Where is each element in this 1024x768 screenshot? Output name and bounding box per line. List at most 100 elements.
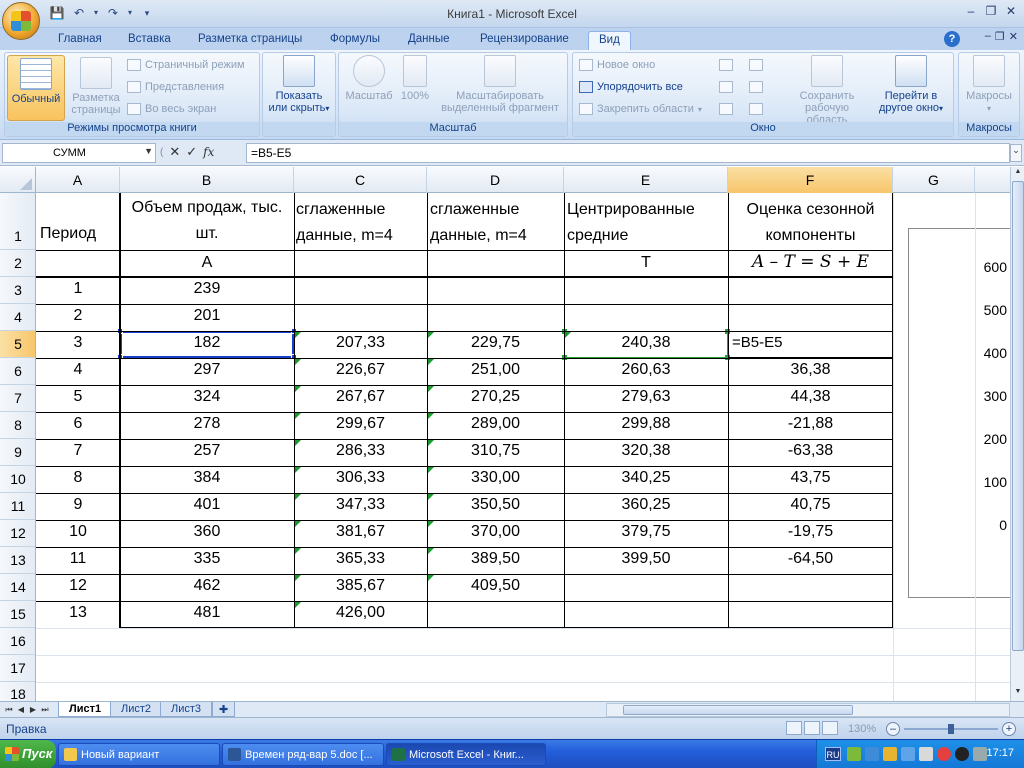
worksheet-grid[interactable]: Период Объем продаж, тыс. шт. сглаженные… <box>36 193 1010 701</box>
zoom-level[interactable]: 130% <box>848 723 876 735</box>
language-indicator[interactable]: RU <box>825 747 841 761</box>
tab-view[interactable]: Вид <box>588 31 631 50</box>
start-button[interactable]: Пуск <box>0 740 56 768</box>
cell-a11[interactable]: 9 <box>36 496 120 514</box>
cell-b15[interactable]: 481 <box>120 604 294 622</box>
row-header-8[interactable]: 8 <box>0 412 35 439</box>
name-box-dropdown-icon[interactable]: ▼ <box>144 146 153 156</box>
cell-c1[interactable]: сглаженные данные, m=4 <box>296 197 426 249</box>
cell-d9[interactable]: 310,75 <box>427 442 564 460</box>
workbook-minimize-icon[interactable]: – <box>985 30 991 43</box>
cell-b9[interactable]: 257 <box>120 442 294 460</box>
scroll-down-icon[interactable]: ▼ <box>1012 688 1024 700</box>
zoom-button[interactable]: Масштаб <box>343 55 395 102</box>
cell-d6[interactable]: 251,00 <box>427 361 564 379</box>
cell-e11[interactable]: 360,25 <box>564 496 728 514</box>
error-indicator-icon[interactable] <box>295 602 301 608</box>
cell-c12[interactable]: 381,67 <box>294 523 427 541</box>
error-indicator-icon[interactable] <box>428 575 434 581</box>
tab-insert[interactable]: Вставка <box>118 31 181 50</box>
cell-b12[interactable]: 360 <box>120 523 294 541</box>
error-indicator-icon[interactable] <box>295 386 301 392</box>
insert-sheet-icon[interactable]: ✚ <box>212 702 236 717</box>
last-sheet-icon[interactable]: ⏭ <box>40 704 50 715</box>
close-icon[interactable]: ✕ <box>1002 3 1020 19</box>
tab-review[interactable]: Рецензирование <box>470 31 579 50</box>
new-window-button[interactable]: Новое окно <box>579 59 655 71</box>
cell-e12[interactable]: 379,75 <box>564 523 728 541</box>
error-indicator-icon[interactable] <box>428 521 434 527</box>
chart-object[interactable]: 600 500 400 300 200 100 0 0 <box>908 228 1010 598</box>
error-indicator-icon[interactable] <box>428 332 434 338</box>
prev-sheet-icon[interactable]: ◀ <box>16 704 26 715</box>
enter-icon[interactable]: ✓ <box>186 144 197 160</box>
row-header-6[interactable]: 6 <box>0 358 35 385</box>
tab-page-layout[interactable]: Разметка страницы <box>188 31 312 50</box>
next-sheet-icon[interactable]: ▶ <box>28 704 38 715</box>
freeze-panes-button[interactable]: Закрепить области ▾ <box>579 103 702 115</box>
row-header-17[interactable]: 17 <box>0 655 35 682</box>
cell-f11[interactable]: 40,75 <box>728 496 893 514</box>
cell-c14[interactable]: 385,67 <box>294 577 427 595</box>
cell-a13[interactable]: 11 <box>36 550 120 568</box>
restore-icon[interactable]: ❐ <box>982 3 1000 19</box>
page-layout-shortcut-icon[interactable] <box>804 721 820 735</box>
cell-e8[interactable]: 299,88 <box>564 415 728 433</box>
reset-window-position-icon[interactable] <box>749 103 763 115</box>
row-header-15[interactable]: 15 <box>0 601 35 628</box>
cell-c6[interactable]: 226,67 <box>294 361 427 379</box>
row-header-12[interactable]: 12 <box>0 520 35 547</box>
error-indicator-icon[interactable] <box>428 467 434 473</box>
column-header-d[interactable]: D <box>427 167 564 193</box>
sheet-tab-1[interactable]: Лист1 <box>58 702 113 717</box>
tab-formulas[interactable]: Формулы <box>320 31 390 50</box>
column-header-a[interactable]: A <box>36 167 120 193</box>
cell-b4[interactable]: 201 <box>120 307 294 325</box>
cell-d11[interactable]: 350,50 <box>427 496 564 514</box>
row-header-18[interactable]: 18 <box>0 682 35 701</box>
row-header-16[interactable]: 16 <box>0 628 35 655</box>
normal-view-button[interactable]: Обычный <box>7 55 65 121</box>
column-header-c[interactable]: C <box>294 167 427 193</box>
cell-e10[interactable]: 340,25 <box>564 469 728 487</box>
cell-e7[interactable]: 279,63 <box>564 388 728 406</box>
row-header-10[interactable]: 10 <box>0 466 35 493</box>
synchronous-scrolling-icon[interactable] <box>749 81 763 93</box>
show-hide-button[interactable]: Показать или скрыть▾ <box>265 55 333 115</box>
first-sheet-icon[interactable]: ⏮ <box>4 704 14 715</box>
cell-e1[interactable]: Центрированные средние <box>567 197 727 249</box>
help-icon[interactable]: ? <box>944 31 960 47</box>
hide-window-icon[interactable] <box>719 81 733 93</box>
error-indicator-icon[interactable] <box>428 386 434 392</box>
row-header-7[interactable]: 7 <box>0 385 35 412</box>
cell-f12[interactable]: -19,75 <box>728 523 893 541</box>
cell-f5[interactable]: =B5-E5 <box>732 334 897 351</box>
cell-f10[interactable]: 43,75 <box>728 469 893 487</box>
cancel-icon[interactable]: ✕ <box>169 144 180 160</box>
name-box[interactable]: СУММ ▼ <box>2 143 156 163</box>
error-indicator-icon[interactable] <box>428 413 434 419</box>
row-header-14[interactable]: 14 <box>0 574 35 601</box>
sheet-tab-3[interactable]: Лист3 <box>160 702 213 717</box>
page-break-shortcut-icon[interactable] <box>822 721 838 735</box>
macros-button[interactable]: Макросы ▾ <box>961 55 1017 115</box>
cell-d7[interactable]: 270,25 <box>427 388 564 406</box>
cell-a7[interactable]: 5 <box>36 388 120 406</box>
column-header-f[interactable]: F <box>728 167 893 193</box>
zoom-out-icon[interactable]: – <box>886 722 900 736</box>
cell-d8[interactable]: 289,00 <box>427 415 564 433</box>
cell-f6[interactable]: 36,38 <box>728 361 893 379</box>
error-indicator-icon[interactable] <box>428 440 434 446</box>
cell-c8[interactable]: 299,67 <box>294 415 427 433</box>
zoom-in-icon[interactable]: + <box>1002 722 1016 736</box>
page-layout-button[interactable]: Разметка страницы <box>67 55 125 116</box>
column-header-e[interactable]: E <box>564 167 728 193</box>
cell-f9[interactable]: -63,38 <box>728 442 893 460</box>
cell-b10[interactable]: 384 <box>120 469 294 487</box>
cell-b1[interactable]: Объем продаж, тыс. шт. <box>120 195 294 247</box>
split-icon[interactable] <box>719 59 733 71</box>
tray-network-icon[interactable] <box>901 747 915 761</box>
scroll-up-icon[interactable]: ▲ <box>1012 168 1024 180</box>
minimize-icon[interactable]: – <box>962 3 980 19</box>
cell-a8[interactable]: 6 <box>36 415 120 433</box>
